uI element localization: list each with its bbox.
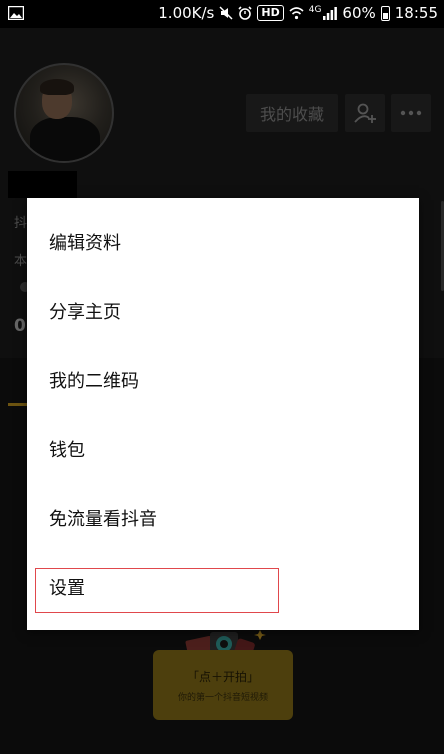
menu-item-edit-profile[interactable]: 编辑资料 (27, 208, 419, 276)
menu-item-wallet[interactable]: 钱包 (27, 415, 419, 483)
status-bar: 1.00K/s HD 4G 60% 18:55 (0, 0, 444, 28)
battery-icon (380, 5, 390, 21)
status-right: 1.00K/s HD 4G 60% 18:55 (158, 4, 438, 22)
menu-item-my-qr-code[interactable]: 我的二维码 (27, 346, 419, 414)
network-speed: 1.00K/s (158, 4, 215, 22)
menu-item-settings[interactable]: 设置 (27, 553, 419, 621)
signal-icon (323, 6, 338, 20)
profile-menu-dialog: 编辑资料 分享主页 我的二维码 钱包 免流量看抖音 设置 (27, 198, 419, 630)
wifi-icon (289, 6, 304, 19)
mute-icon (219, 6, 233, 20)
hd-badge: HD (257, 5, 284, 21)
battery-percent: 60% (342, 4, 376, 22)
menu-item-share-homepage[interactable]: 分享主页 (27, 277, 419, 345)
clock: 18:55 (394, 4, 438, 22)
network-type: 4G (308, 5, 322, 15)
menu-item-free-data[interactable]: 免流量看抖音 (27, 484, 419, 552)
alarm-icon (238, 6, 252, 20)
gallery-notification-icon (8, 6, 24, 20)
